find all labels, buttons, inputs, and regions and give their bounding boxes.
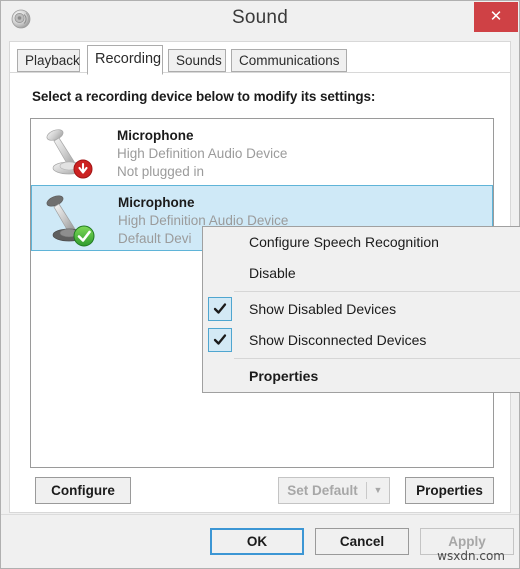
menu-item-show-disconnected-devices[interactable]: Show Disconnected Devices: [203, 325, 520, 356]
close-icon[interactable]: ✕: [474, 2, 518, 32]
device-context-menu[interactable]: Configure Speech Recognition Disable Sho…: [202, 226, 520, 393]
device-status: Default Devi: [118, 231, 192, 246]
configure-button[interactable]: Configure: [35, 477, 131, 504]
menu-item-label: Show Disabled Devices: [249, 301, 397, 317]
menu-item-label: Show Disconnected Devices: [249, 332, 427, 348]
tab-recording[interactable]: Recording: [87, 45, 163, 75]
device-name: Microphone: [117, 128, 194, 143]
ok-button[interactable]: OK: [210, 528, 304, 555]
watermark: wsxdn.com: [437, 549, 505, 563]
list-item[interactable]: Microphone High Definition Audio Device …: [31, 119, 493, 185]
title-bar: Sound ✕: [1, 1, 519, 39]
tab-strip: Playback Recording Sounds Communications: [9, 45, 509, 75]
sound-dialog-screenshot: Sound ✕ Playback Recording Sounds Commun…: [0, 0, 520, 569]
checkmark-icon: [208, 328, 232, 352]
menu-item-configure-speech-recognition[interactable]: Configure Speech Recognition: [203, 227, 520, 258]
microphone-default-icon: [39, 190, 97, 248]
cancel-button[interactable]: Cancel: [315, 528, 409, 555]
set-default-split-button: Set Default ▼: [278, 477, 390, 504]
context-menu-separator: [203, 358, 520, 359]
instruction-label: Select a recording device below to modif…: [32, 89, 376, 104]
chevron-down-icon: ▼: [373, 485, 383, 495]
device-description: High Definition Audio Device: [117, 146, 288, 161]
context-menu-separator: [203, 291, 520, 292]
menu-item-properties[interactable]: Properties: [203, 361, 520, 392]
checkmark-icon: [208, 297, 232, 321]
properties-button[interactable]: Properties: [405, 477, 494, 504]
tab-playback[interactable]: Playback: [17, 49, 80, 72]
tab-communications[interactable]: Communications: [231, 49, 347, 72]
menu-item-disable[interactable]: Disable: [203, 258, 520, 289]
device-name: Microphone: [118, 195, 195, 210]
device-status: Not plugged in: [117, 164, 205, 179]
window-title: Sound: [232, 7, 288, 28]
set-default-button: Set Default: [287, 483, 358, 498]
microphone-unplugged-icon: [38, 123, 96, 181]
footer-divider: [1, 514, 519, 515]
sound-dialog-window: Sound ✕ Playback Recording Sounds Commun…: [0, 0, 520, 569]
menu-item-show-disabled-devices[interactable]: Show Disabled Devices: [203, 294, 520, 325]
tab-sounds[interactable]: Sounds: [168, 49, 226, 72]
